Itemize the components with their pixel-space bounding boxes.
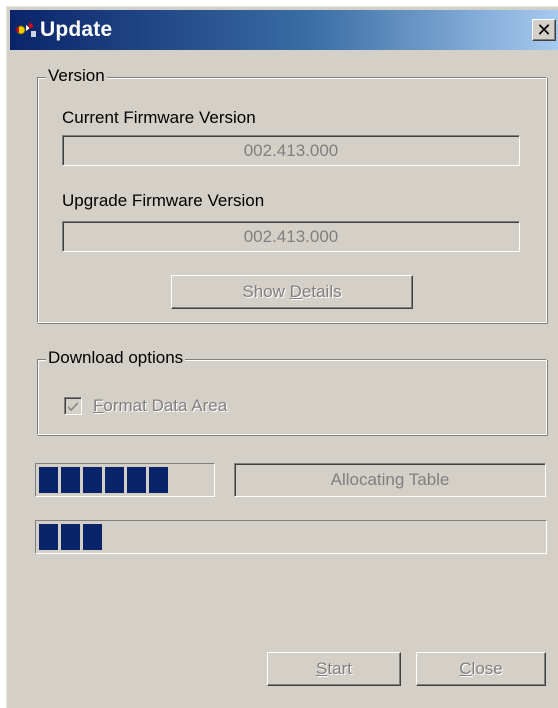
format-data-area-checkbox[interactable] [64, 397, 82, 415]
overall-progress-fill [39, 524, 543, 550]
show-details-mnemonic: D [289, 282, 302, 301]
window-title: Update [40, 18, 113, 41]
progress-block [61, 467, 80, 493]
progress-block [39, 467, 58, 493]
progress-block [39, 524, 58, 550]
close-label-suffix: lose [471, 659, 503, 678]
format-data-area-label[interactable]: Format Data Area [93, 396, 227, 416]
progress-block [83, 524, 102, 550]
current-firmware-field[interactable]: 002.413.000 [62, 135, 520, 166]
close-icon: ✕ [536, 20, 552, 40]
format-data-area-mnemonic: F [93, 396, 104, 415]
format-data-area-suffix: ormat Data Area [103, 396, 228, 415]
show-details-button[interactable]: Show Details [171, 275, 413, 309]
table-progress-fill [39, 467, 211, 493]
title-bar[interactable]: Update ✕ [10, 10, 558, 50]
close-button[interactable]: Close [416, 652, 546, 686]
close-window-button[interactable]: ✕ [532, 19, 556, 41]
app-update-icon [14, 19, 38, 41]
table-progress-bar [35, 463, 215, 497]
upgrade-firmware-field[interactable]: 002.413.000 [62, 221, 520, 252]
overall-progress-bar [35, 520, 547, 554]
current-firmware-label: Current Firmware Version [62, 108, 256, 127]
progress-block [105, 467, 124, 493]
show-details-label-prefix: Show [242, 282, 290, 301]
checkmark-icon [68, 402, 78, 411]
status-text-field: Allocating Table [234, 463, 546, 497]
start-mnemonic: S [316, 659, 328, 678]
progress-block [61, 524, 80, 550]
progress-block [83, 467, 102, 493]
progress-block [127, 467, 146, 493]
start-button[interactable]: Start [267, 652, 401, 686]
close-mnemonic: C [459, 659, 472, 678]
download-options-label: Download options [46, 348, 186, 368]
version-group-label: Version [46, 66, 107, 86]
start-label-suffix: tart [327, 659, 352, 678]
upgrade-firmware-label: Upgrade Firmware Version [62, 191, 265, 210]
show-details-label-suffix: etails [301, 282, 342, 301]
progress-block [149, 467, 168, 493]
update-dialog: Update ✕ Version Current Firmware Versio… [6, 6, 558, 708]
